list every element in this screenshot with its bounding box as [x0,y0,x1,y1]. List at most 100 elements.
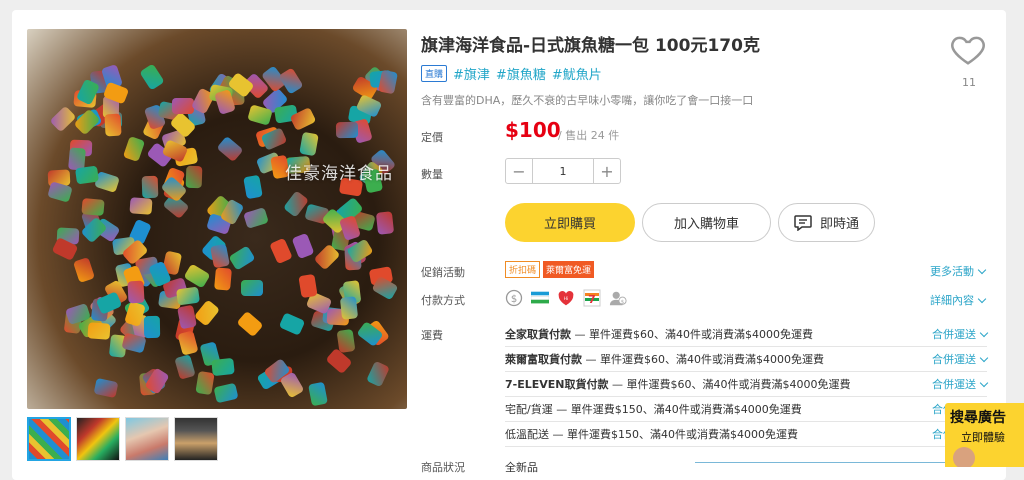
candy-decoration [278,312,306,336]
chevron-down-icon [979,378,989,387]
combine-shipping-link[interactable]: 合併運送 [932,351,989,367]
shipping-method: 萊爾富取貨付款 [505,353,582,366]
chevron-down-icon [977,265,987,274]
divider [695,462,945,467]
free-shipping-tag[interactable]: 萊爾富免運 [543,261,595,278]
candy-decoration [143,315,161,339]
candy-decoration [213,382,239,404]
hashtag-link[interactable]: #魷魚片 [552,64,602,83]
combine-shipping-link[interactable]: 合併運送 [932,376,989,392]
ad-title: 搜尋廣告 [950,410,1006,426]
dollar-icon: $ [505,289,523,307]
add-to-cart-button[interactable]: 加入購物車 [642,203,771,242]
candy-decoration [375,211,394,235]
shipping-method: 低溫配送 [505,428,549,441]
candy-decoration [177,329,200,356]
chevron-down-icon [977,294,987,303]
payment-details-label: 詳細內容 [930,294,974,307]
shipping-method: 全家取貨付款 [505,328,571,341]
combine-shipping-label: 合併運送 [932,378,976,391]
hashtag-link[interactable]: #旗津 [453,64,490,83]
combine-shipping-link[interactable]: 合併運送 [932,326,989,342]
candy-decoration [236,310,264,337]
hashtag-link[interactable]: #旗魚糖 [496,64,546,83]
cash-on-delivery-icon: $ [609,289,627,307]
thumbnail-2[interactable] [76,417,120,461]
heart-icon[interactable] [949,30,987,68]
price-value: $100 [505,118,561,142]
candy-decoration [307,381,328,407]
shipping-detail: — 單件運費$60、滿40件或消費滿$4000免運費 [571,328,813,341]
quantity-plus-button[interactable]: + [594,159,620,183]
shipping-row: 全家取貨付款 — 單件運費$60、滿40件或消費滿$4000免運費 合併運送 [505,322,989,347]
candy-decoration [228,245,256,272]
shipping-row: 7-ELEVEN取貨付款 — 單件運費$60、滿40件或消費滿$4000免運費 … [505,372,989,397]
candy-decoration [340,296,359,320]
search-ad-banner[interactable]: 搜尋廣告 立即體驗 [945,403,1024,467]
candy-decoration [80,197,105,216]
shipping-label: 運費 [421,329,443,342]
svg-text:$: $ [511,294,517,305]
candy-decoration [122,136,146,163]
chevron-down-icon [979,353,989,362]
ad-avatar [953,447,975,467]
product-main-image[interactable]: 佳豪海洋食品 [27,29,407,409]
promo-tags: 折扣碼 萊爾富免運 [505,261,595,278]
candy-decoration [138,63,165,91]
thumbnail-3[interactable] [125,417,169,461]
candy-decoration [75,165,100,185]
shipping-row: 低溫配送 — 單件運費$150、滿40件或消費滿$4000免運費 合併運送 [505,422,989,447]
payment-icons: $ Hi 7 $ [505,289,627,307]
candy-decoration [278,67,304,95]
7-eleven-icon: 7 [583,289,601,307]
candy-decoration [185,165,203,189]
more-promo-link[interactable]: 更多活動 [930,263,987,279]
candy-decoration [269,237,293,265]
combine-shipping-label: 合併運送 [932,353,976,366]
candy-decoration [72,257,95,283]
thumbnail-1[interactable] [27,417,71,461]
combine-shipping-label: 合併運送 [932,328,976,341]
shipping-detail: — 單件運費$60、滿40件或消費滿$4000免運費 [582,353,824,366]
candy-decoration [336,328,356,353]
candy-decoration [209,244,230,269]
candy-decoration [126,280,145,304]
shipping-row: 宅配/貨運 — 單件運費$150、滿40件或消費滿$4000免運費 合併運送 [505,397,989,422]
shipping-list: 全家取貨付款 — 單件運費$60、滿40件或消費滿$4000免運費 合併運送 萊… [505,322,989,447]
chat-button[interactable]: 即時通 [778,203,875,242]
candy-decoration [210,357,235,377]
shipping-method: 7-ELEVEN取貨付款 [505,378,609,391]
chat-button-label: 即時通 [819,217,859,232]
image-watermark: 佳豪海洋食品 [285,164,393,184]
svg-text:7: 7 [588,293,596,306]
candy-decoration [299,131,319,157]
candy-decoration [87,322,111,340]
hilife-icon: Hi [557,289,575,307]
candy-decoration [174,354,197,380]
product-title: 旗津海洋食品-日式旗魚糖一包 100元170克 [421,36,760,56]
candy-decoration [104,113,122,136]
candy-decoration [325,348,353,375]
thumbnail-4[interactable] [174,417,218,461]
buy-now-button[interactable]: 立即購買 [505,203,635,242]
candy-decoration [365,360,390,387]
payment-details-link[interactable]: 詳細內容 [930,292,987,308]
candy-decoration [243,206,269,229]
payment-label: 付款方式 [421,294,465,307]
shipping-method: 宅配/貨運 [505,403,553,416]
discount-code-tag[interactable]: 折扣碼 [505,261,541,278]
quantity-stepper: − 1 + [505,158,621,184]
favorite-count: 11 [962,76,976,89]
candy-decoration [240,280,263,297]
candy-decoration [193,299,221,328]
candy-decoration [194,370,215,395]
quantity-minus-button[interactable]: − [506,159,532,183]
chevron-down-icon [979,328,989,337]
thumbnail-strip [27,417,218,461]
candy-decoration [175,287,200,306]
candy-decoration [216,135,244,162]
candy-decoration [298,273,319,299]
candy-decoration [49,105,77,132]
quantity-input[interactable]: 1 [532,159,594,183]
candy-decoration [129,196,153,215]
